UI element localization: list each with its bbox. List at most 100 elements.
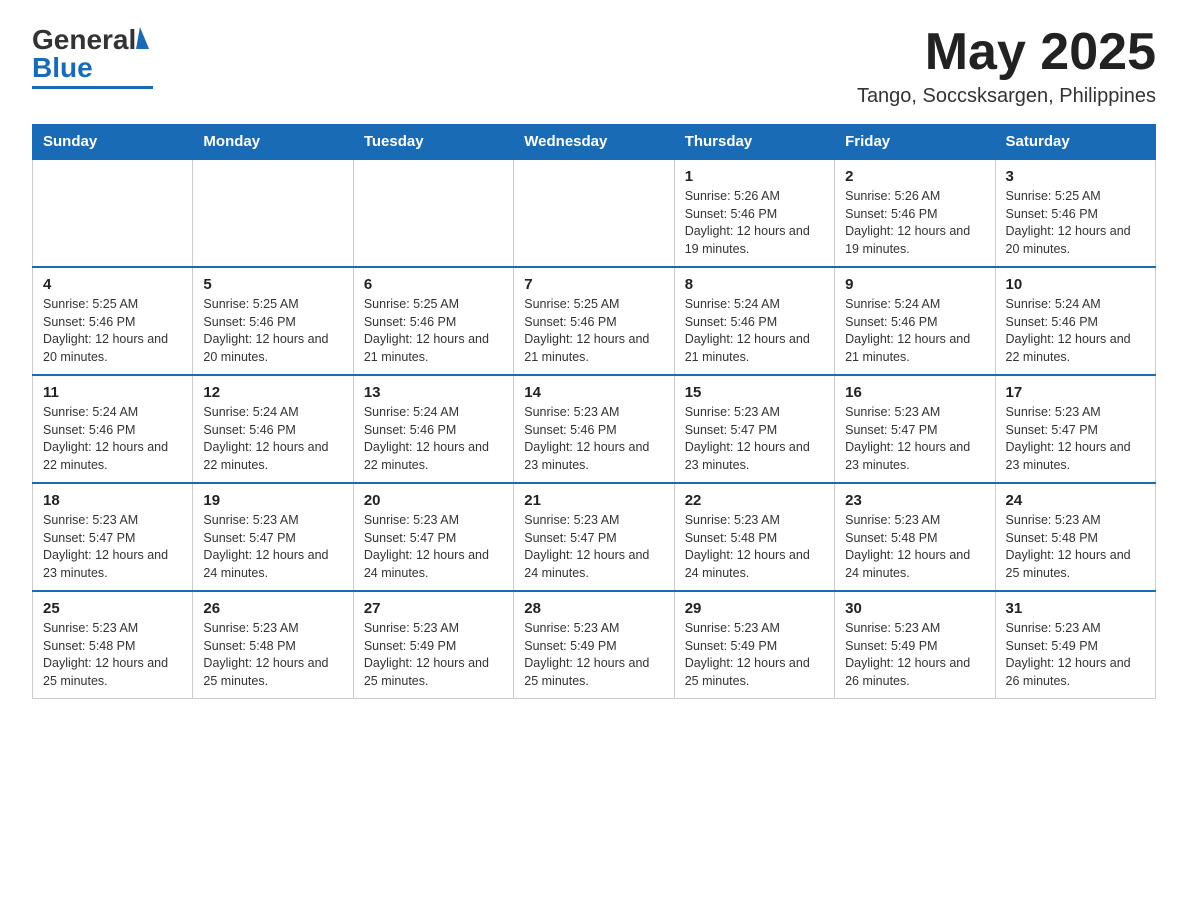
day-number: 23 xyxy=(845,492,984,509)
table-row: 13Sunrise: 5:24 AMSunset: 5:46 PMDayligh… xyxy=(353,375,513,483)
col-monday: Monday xyxy=(193,125,353,160)
calendar-week-row: 11 Sunrise: 5:24 AMSunset: 5:46 PMDayligh… xyxy=(33,375,1156,483)
day-info: Sunrise: 5:23 AMSunset: 5:47 PMDaylight:… xyxy=(845,404,984,474)
day-info: Sunrise: 5:23 AMSunset: 5:47 PMDaylight:… xyxy=(685,404,824,474)
table-row: 22 Sunrise: 5:23 AMSunset: 5:48 PMDayligh… xyxy=(674,483,834,591)
day-info: Sunrise: 5:23 AMSunset: 5:47 PMDaylight:… xyxy=(524,512,663,582)
day-number: 9 xyxy=(845,276,984,293)
calendar-header-row: Sunday Monday Tuesday Wednesday Thursday… xyxy=(33,125,1156,160)
day-number: 12 xyxy=(203,384,342,401)
day-info: Sunrise: 5:23 AMSunset: 5:47 PMDaylight:… xyxy=(203,512,342,582)
table-row: 4 Sunrise: 5:25 AMSunset: 5:46 PMDaylight… xyxy=(33,267,193,375)
day-number: 16 xyxy=(845,384,984,401)
table-row: 31Sunrise: 5:23 AMSunset: 5:49 PMDayligh… xyxy=(995,591,1155,699)
table-row: 7 Sunrise: 5:25 AMSunset: 5:46 PMDaylight… xyxy=(514,267,674,375)
day-number: 4 xyxy=(43,276,182,293)
day-info: Sunrise: 5:23 AMSunset: 5:47 PMDaylight:… xyxy=(43,512,182,582)
table-row xyxy=(353,159,513,267)
table-row: 6Sunrise: 5:25 AMSunset: 5:46 PMDaylight… xyxy=(353,267,513,375)
table-row: 20Sunrise: 5:23 AMSunset: 5:47 PMDayligh… xyxy=(353,483,513,591)
table-row: 18 Sunrise: 5:23 AMSunset: 5:47 PMDayligh… xyxy=(33,483,193,591)
day-info: Sunrise: 5:23 AMSunset: 5:48 PMDaylight:… xyxy=(43,620,182,690)
day-info: Sunrise: 5:24 AMSunset: 5:46 PMDaylight:… xyxy=(43,404,182,474)
day-info: Sunrise: 5:24 AMSunset: 5:46 PMDaylight:… xyxy=(685,296,824,366)
day-info: Sunrise: 5:23 AMSunset: 5:47 PMDaylight:… xyxy=(364,512,503,582)
col-thursday: Thursday xyxy=(674,125,834,160)
day-number: 1 xyxy=(685,168,824,185)
day-number: 24 xyxy=(1006,492,1145,509)
day-info: Sunrise: 5:23 AMSunset: 5:47 PMDaylight:… xyxy=(1006,404,1145,474)
day-info: Sunrise: 5:23 AMSunset: 5:49 PMDaylight:… xyxy=(364,620,503,690)
day-number: 15 xyxy=(685,384,824,401)
table-row: 11 Sunrise: 5:24 AMSunset: 5:46 PMDayligh… xyxy=(33,375,193,483)
day-number: 22 xyxy=(685,492,824,509)
table-row: 27Sunrise: 5:23 AMSunset: 5:49 PMDayligh… xyxy=(353,591,513,699)
table-row: 2Sunrise: 5:26 AMSunset: 5:46 PMDaylight… xyxy=(835,159,995,267)
logo-blue-text: Blue xyxy=(32,52,93,84)
day-info: Sunrise: 5:24 AMSunset: 5:46 PMDaylight:… xyxy=(364,404,503,474)
col-friday: Friday xyxy=(835,125,995,160)
day-number: 3 xyxy=(1006,168,1145,185)
day-info: Sunrise: 5:23 AMSunset: 5:48 PMDaylight:… xyxy=(1006,512,1145,582)
table-row: 23 Sunrise: 5:23 AMSunset: 5:48 PMDayligh… xyxy=(835,483,995,591)
day-number: 30 xyxy=(845,600,984,617)
table-row: 8 Sunrise: 5:24 AMSunset: 5:46 PMDaylight… xyxy=(674,267,834,375)
day-number: 31 xyxy=(1006,600,1145,617)
day-number: 10 xyxy=(1006,276,1145,293)
logo: General Blue xyxy=(32,24,153,89)
day-info: Sunrise: 5:23 AMSunset: 5:49 PMDaylight:… xyxy=(845,620,984,690)
day-info: Sunrise: 5:25 AMSunset: 5:46 PMDaylight:… xyxy=(203,296,342,366)
day-number: 7 xyxy=(524,276,663,293)
table-row: 24 Sunrise: 5:23 AMSunset: 5:48 PMDayligh… xyxy=(995,483,1155,591)
table-row: 26 Sunrise: 5:23 AMSunset: 5:48 PMDayligh… xyxy=(193,591,353,699)
table-row: 21 Sunrise: 5:23 AMSunset: 5:47 PMDayligh… xyxy=(514,483,674,591)
col-saturday: Saturday xyxy=(995,125,1155,160)
day-info: Sunrise: 5:23 AMSunset: 5:46 PMDaylight:… xyxy=(524,404,663,474)
day-number: 11 xyxy=(43,384,182,401)
day-number: 26 xyxy=(203,600,342,617)
day-info: Sunrise: 5:23 AMSunset: 5:48 PMDaylight:… xyxy=(845,512,984,582)
day-info: Sunrise: 5:24 AMSunset: 5:46 PMDaylight:… xyxy=(203,404,342,474)
table-row xyxy=(193,159,353,267)
table-row: 14 Sunrise: 5:23 AMSunset: 5:46 PMDayligh… xyxy=(514,375,674,483)
day-info: Sunrise: 5:25 AMSunset: 5:46 PMDaylight:… xyxy=(43,296,182,366)
table-row: 25 Sunrise: 5:23 AMSunset: 5:48 PMDayligh… xyxy=(33,591,193,699)
day-number: 25 xyxy=(43,600,182,617)
day-number: 5 xyxy=(203,276,342,293)
day-info: Sunrise: 5:25 AMSunset: 5:46 PMDaylight:… xyxy=(524,296,663,366)
calendar-week-row: 4 Sunrise: 5:25 AMSunset: 5:46 PMDaylight… xyxy=(33,267,1156,375)
day-info: Sunrise: 5:24 AMSunset: 5:46 PMDaylight:… xyxy=(1006,296,1145,366)
day-number: 14 xyxy=(524,384,663,401)
calendar-week-row: 18 Sunrise: 5:23 AMSunset: 5:47 PMDayligh… xyxy=(33,483,1156,591)
col-sunday: Sunday xyxy=(33,125,193,160)
table-row: 17 Sunrise: 5:23 AMSunset: 5:47 PMDayligh… xyxy=(995,375,1155,483)
table-row xyxy=(33,159,193,267)
table-row: 9 Sunrise: 5:24 AMSunset: 5:46 PMDaylight… xyxy=(835,267,995,375)
col-tuesday: Tuesday xyxy=(353,125,513,160)
location-text: Tango, Soccsksargen, Philippines xyxy=(857,85,1156,108)
day-info: Sunrise: 5:23 AMSunset: 5:49 PMDaylight:… xyxy=(524,620,663,690)
day-number: 17 xyxy=(1006,384,1145,401)
table-row: 16 Sunrise: 5:23 AMSunset: 5:47 PMDayligh… xyxy=(835,375,995,483)
day-number: 2 xyxy=(845,168,984,185)
day-info: Sunrise: 5:24 AMSunset: 5:46 PMDaylight:… xyxy=(845,296,984,366)
table-row: 1Sunrise: 5:26 AMSunset: 5:46 PMDaylight… xyxy=(674,159,834,267)
calendar-week-row: 1Sunrise: 5:26 AMSunset: 5:46 PMDaylight… xyxy=(33,159,1156,267)
table-row: 29Sunrise: 5:23 AMSunset: 5:49 PMDayligh… xyxy=(674,591,834,699)
day-info: Sunrise: 5:25 AMSunset: 5:46 PMDaylight:… xyxy=(1006,188,1145,258)
day-info: Sunrise: 5:23 AMSunset: 5:48 PMDaylight:… xyxy=(685,512,824,582)
table-row: 19 Sunrise: 5:23 AMSunset: 5:47 PMDayligh… xyxy=(193,483,353,591)
day-number: 21 xyxy=(524,492,663,509)
month-title: May 2025 xyxy=(857,24,1156,81)
table-row: 5 Sunrise: 5:25 AMSunset: 5:46 PMDaylight… xyxy=(193,267,353,375)
table-row: 28Sunrise: 5:23 AMSunset: 5:49 PMDayligh… xyxy=(514,591,674,699)
day-number: 19 xyxy=(203,492,342,509)
calendar-week-row: 25 Sunrise: 5:23 AMSunset: 5:48 PMDayligh… xyxy=(33,591,1156,699)
day-number: 8 xyxy=(685,276,824,293)
table-row: 10 Sunrise: 5:24 AMSunset: 5:46 PMDayligh… xyxy=(995,267,1155,375)
day-number: 29 xyxy=(685,600,824,617)
day-number: 6 xyxy=(364,276,503,293)
table-row xyxy=(514,159,674,267)
day-info: Sunrise: 5:23 AMSunset: 5:48 PMDaylight:… xyxy=(203,620,342,690)
day-number: 18 xyxy=(43,492,182,509)
